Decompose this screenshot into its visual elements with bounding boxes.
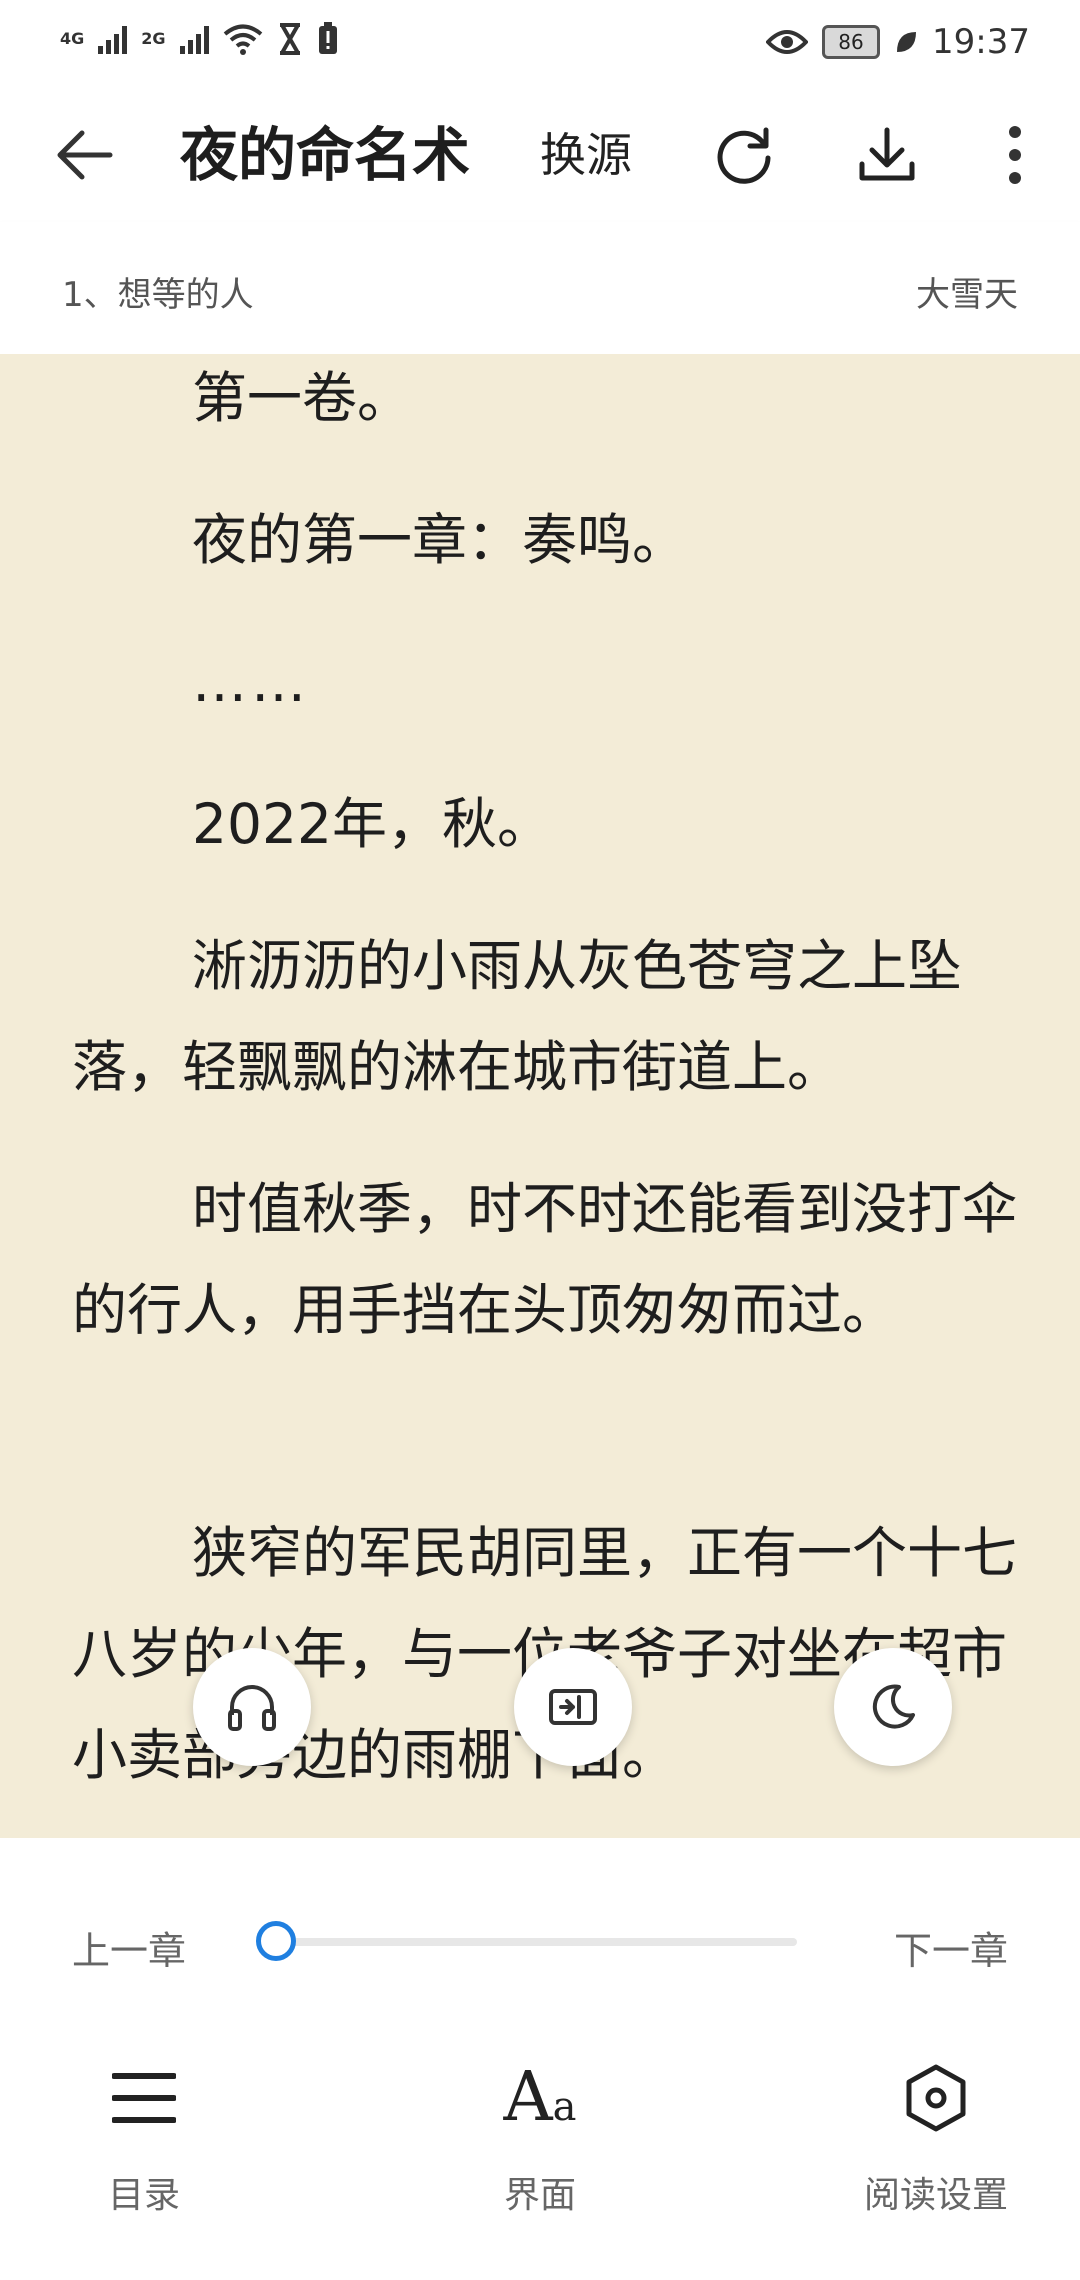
moon-icon	[872, 1684, 915, 1729]
paragraph: 时值秋季，时不时还能看到没打伞的行人，用手挡在头顶匆匆而过。	[72, 1177, 1018, 1342]
change-source-button[interactable]: 换源	[540, 125, 632, 185]
refresh-icon[interactable]	[708, 120, 778, 190]
battery-indicator: 86	[822, 25, 881, 59]
interface-label: 界面	[503, 2175, 576, 2216]
font-glyph-small: a	[552, 2084, 577, 2130]
chapter-header: 1、想等的人 大雪天	[0, 222, 1080, 354]
auto-page-icon	[549, 1689, 597, 1725]
signal-icon	[98, 24, 128, 54]
reader-control-panel: 上一章 下一章 目录 Aa 界面 阅读设置	[0, 1838, 1080, 2280]
leaf-icon	[897, 32, 917, 52]
listen-button[interactable]	[193, 1648, 311, 1766]
paragraph: 淅沥沥的小雨从灰色苍穹之上坠落，轻飘飘的淋在城市街道上。	[72, 934, 963, 1099]
status-bar: 4G 2G 86 19:37	[0, 0, 1080, 90]
paragraph: 第一卷。	[192, 366, 413, 430]
paragraph: 2022年，秋。	[192, 792, 552, 856]
paragraph: 夜的第一章：奏鸣。	[192, 508, 688, 572]
network-type-2: 2G	[141, 29, 166, 48]
interface-button[interactable]: Aa 界面	[420, 2058, 660, 2218]
more-vertical-icon[interactable]	[980, 120, 1050, 190]
night-mode-button[interactable]	[834, 1648, 952, 1766]
catalog-button[interactable]: 目录	[24, 2058, 264, 2218]
reading-settings-button[interactable]: 阅读设置	[816, 2058, 1056, 2218]
download-icon[interactable]	[852, 120, 922, 190]
hourglass-icon	[279, 23, 300, 55]
alert-battery-icon	[318, 22, 337, 54]
wifi-icon	[223, 24, 262, 55]
clock: 19:37	[932, 22, 1030, 62]
status-right: 86 19:37	[766, 22, 1030, 62]
status-left: 4G 2G	[60, 22, 339, 56]
book-source: 大雪天	[916, 275, 1018, 315]
headphones-icon	[228, 1685, 276, 1731]
signal-icon-2	[179, 24, 209, 54]
reader-toolbar: 夜的命名术 换源	[0, 90, 1080, 223]
progress-handle[interactable]	[256, 1921, 296, 1961]
reading-content[interactable]: 第一卷。 夜的第一章：奏鸣。 …… 2022年，秋。 淅沥沥的小雨从灰色苍穹之上…	[0, 354, 1080, 1838]
font-glyph-large: A	[503, 2058, 553, 2137]
next-chapter-button[interactable]: 下一章	[894, 1920, 1008, 1975]
font-size-icon: Aa	[420, 2058, 660, 2138]
network-type-1: 4G	[60, 29, 85, 48]
catalog-label: 目录	[107, 2175, 180, 2216]
chapter-title: 1、想等的人	[62, 275, 254, 315]
paragraph: ……	[192, 650, 310, 714]
chapter-progress-slider[interactable]	[275, 1938, 797, 1946]
settings-label: 阅读设置	[863, 2175, 1008, 2216]
menu-icon	[112, 2073, 176, 2123]
back-button[interactable]	[50, 120, 120, 190]
eye-icon	[766, 30, 809, 54]
hexagon-settings-icon	[906, 2064, 966, 2132]
auto-page-button[interactable]	[514, 1648, 632, 1766]
prev-chapter-button[interactable]: 上一章	[72, 1920, 186, 1975]
book-title: 夜的命名术	[180, 121, 471, 189]
